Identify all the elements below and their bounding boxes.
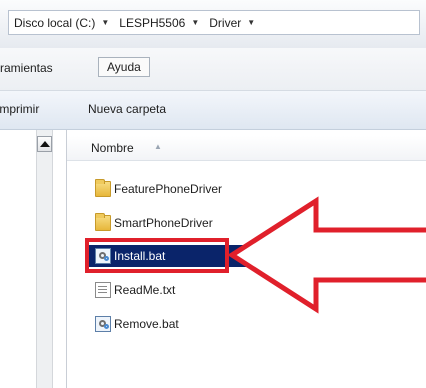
list-item[interactable]: FeaturePhoneDriver: [95, 178, 222, 200]
menu-ayuda[interactable]: Ayuda: [98, 57, 150, 77]
new-folder-button[interactable]: Nueva carpeta: [88, 102, 166, 116]
file-name: FeaturePhoneDriver: [114, 182, 223, 196]
folder-icon: [95, 213, 111, 231]
breadcrumb-label: Driver: [209, 15, 242, 30]
navigation-pane: [0, 130, 37, 388]
chevron-down-icon[interactable]: ▼: [191, 18, 199, 27]
breadcrumb[interactable]: Disco local (C:) ▼ LESPH5506 ▼ Driver ▼: [8, 10, 420, 35]
list-item[interactable]: ReadMe.txt: [95, 279, 175, 301]
chevron-down-icon[interactable]: ▼: [101, 18, 109, 27]
breadcrumb-disco-local[interactable]: Disco local (C:) ▼: [12, 16, 117, 30]
list-item-selected[interactable]: Install.bat: [89, 245, 426, 267]
file-name: SmartPhoneDriver: [114, 216, 213, 230]
batch-file-icon: [95, 316, 111, 332]
list-item[interactable]: SmartPhoneDriver: [95, 212, 213, 234]
column-header-bar: Nombre ▲: [67, 136, 426, 161]
breadcrumb-label: LESPH5506: [119, 15, 186, 30]
breadcrumb-lesph5506[interactable]: LESPH5506 ▼: [117, 16, 207, 30]
file-name: Remove.bat: [114, 317, 179, 331]
sort-ascending-icon: ▲: [154, 142, 162, 151]
pane-divider[interactable]: [66, 130, 67, 388]
chevron-down-icon[interactable]: ▼: [247, 18, 255, 27]
batch-file-icon: [95, 248, 111, 264]
text-file-icon: [95, 282, 111, 298]
scroll-up-button[interactable]: [37, 136, 52, 152]
nav-scrollbar[interactable]: [36, 130, 53, 388]
list-item[interactable]: Remove.bat: [95, 313, 179, 335]
menu-herramientas[interactable]: rramientas: [0, 61, 53, 75]
menu-bar: rramientas Ayuda: [0, 48, 426, 91]
folder-icon: [95, 179, 111, 197]
breadcrumb-label: Disco local (C:): [14, 15, 96, 30]
address-bar: Disco local (C:) ▼ LESPH5506 ▼ Driver ▼: [0, 0, 426, 48]
command-bar: Imprimir Nueva carpeta: [0, 91, 426, 130]
file-name: Install.bat: [114, 249, 166, 263]
print-button[interactable]: Imprimir: [0, 102, 39, 116]
column-header-nombre[interactable]: Nombre: [91, 141, 134, 155]
arrow-up-icon: [39, 141, 50, 147]
file-name: ReadMe.txt: [114, 283, 176, 297]
breadcrumb-driver[interactable]: Driver ▼: [207, 16, 263, 30]
